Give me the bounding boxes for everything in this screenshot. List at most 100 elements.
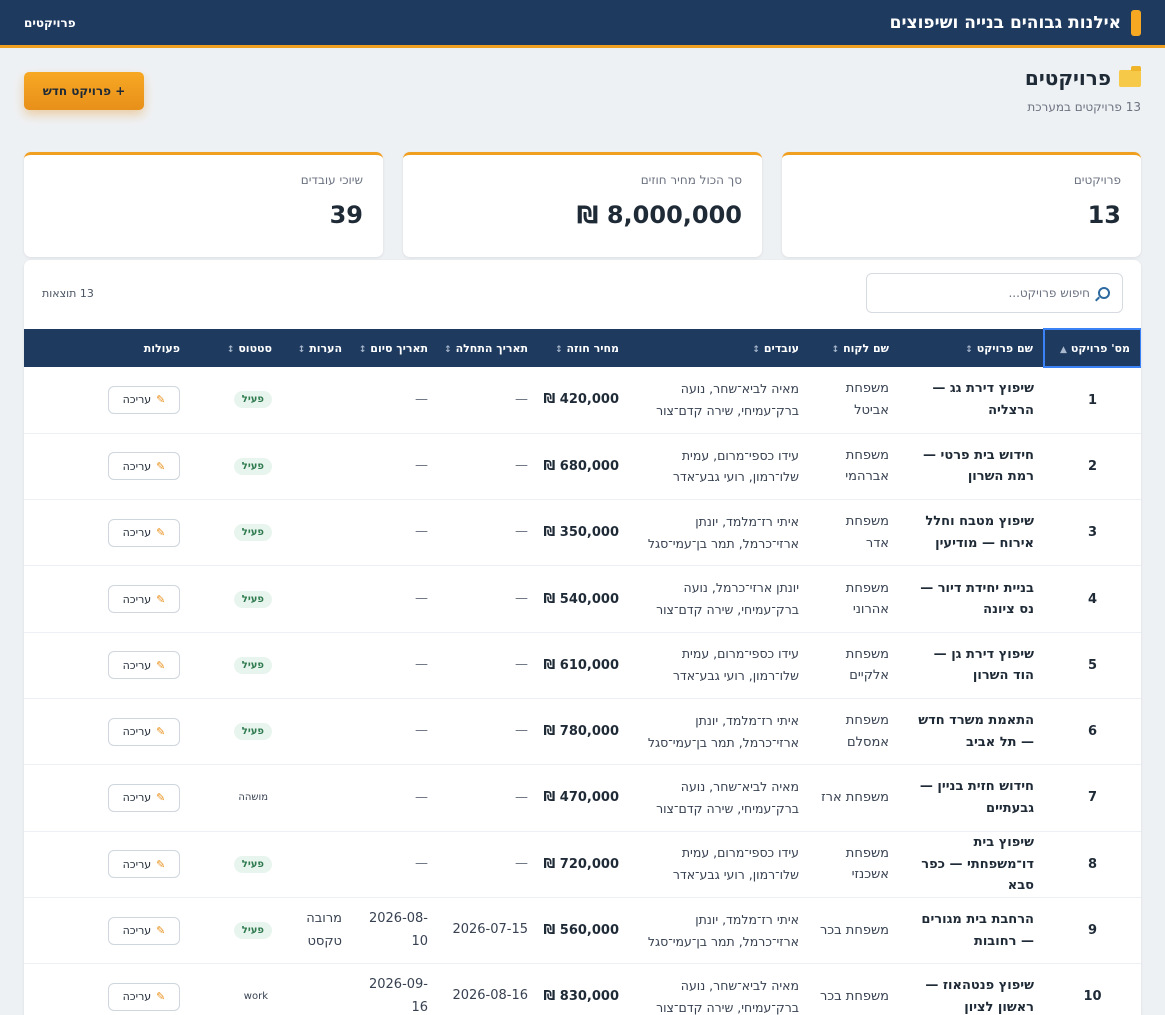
cell-end-date: — bbox=[352, 764, 438, 832]
column-header-project-name[interactable]: שם פרויקט↕ bbox=[899, 329, 1044, 367]
cell-client-name: משפחת אביטל bbox=[809, 367, 899, 434]
cell-actions: ✎ עריכה bbox=[24, 897, 190, 965]
cell-client-name: משפחת ארז bbox=[809, 764, 899, 832]
edit-button[interactable]: ✎ עריכה bbox=[108, 651, 180, 680]
search-input[interactable] bbox=[890, 286, 1090, 300]
cell-workers: עידו כספי־מרום, עמית שלו־רמון, רועי גבע־… bbox=[629, 433, 809, 501]
pencil-icon: ✎ bbox=[156, 924, 166, 938]
status-badge: פעיל bbox=[233, 590, 272, 608]
table-row[interactable]: 3 שיפוץ מטבח וחלל אירוח — מודיעין משפחת אד… bbox=[24, 499, 1141, 567]
cell-project-name: שיפוץ בית דו־משפחתי — כפר סבא bbox=[899, 831, 1044, 898]
stat-card-contract-total: סך הכול מחיר חוזים 8,000,000 ₪ bbox=[403, 152, 762, 257]
cell-project-name: שיפוץ מטבח וחלל אירוח — מודיעין bbox=[899, 499, 1044, 567]
table-row[interactable]: 7 חידוש חזית בניין — גבעתיים משפחת ארז מאיה… bbox=[24, 764, 1141, 832]
stat-label: פרויקטים bbox=[1073, 173, 1121, 187]
stat-value: 39 bbox=[329, 201, 363, 229]
cell-project-name: חידוש בית פרטי — רמת השרון bbox=[899, 433, 1044, 501]
column-header-notes[interactable]: הערות↕ bbox=[282, 329, 352, 367]
table-row[interactable]: 2 חידוש בית פרטי — רמת השרון משפחת אברהמי ע… bbox=[24, 433, 1141, 501]
cell-start-date: 2026-08-16 bbox=[438, 963, 538, 1015]
cell-contract-price: 780,000 ₪ bbox=[538, 698, 629, 766]
column-header-start-date[interactable]: תאריך התחלה↕ bbox=[438, 329, 538, 367]
stat-value: 13 bbox=[1087, 201, 1121, 229]
search-box[interactable] bbox=[866, 273, 1123, 313]
page-header: פרויקטים 13 פרויקטים במערכת + פרויקט חדש bbox=[24, 62, 1141, 122]
cell-end-date: — bbox=[352, 698, 438, 766]
cell-notes bbox=[282, 831, 352, 898]
brand[interactable]: אילנות גבוהים בנייה ושיפוצים bbox=[889, 9, 1141, 36]
edit-button[interactable]: ✎ עריכה bbox=[108, 916, 180, 945]
table-row[interactable]: 6 התאמת משרד חדש — תל אביב משפחת אמסלם איתי… bbox=[24, 698, 1141, 766]
edit-label: עריכה bbox=[122, 459, 152, 473]
cell-client-name: משפחת אהרוני bbox=[809, 565, 899, 633]
edit-button[interactable]: ✎ עריכה bbox=[108, 518, 180, 547]
column-header-project-number[interactable]: מס' פרויקט▲ bbox=[1043, 328, 1141, 368]
pencil-icon: ✎ bbox=[156, 725, 166, 739]
cell-start-date: — bbox=[438, 764, 538, 832]
cell-contract-price: 830,000 ₪ bbox=[538, 963, 629, 1015]
status-badge: פעיל bbox=[233, 524, 272, 542]
edit-button[interactable]: ✎ עריכה bbox=[108, 585, 180, 614]
cell-project-name: חידוש חזית בניין — גבעתיים bbox=[899, 764, 1044, 832]
table-row[interactable]: 5 שיפוץ דירת גן — הוד השרון משפחת אלקיים עי… bbox=[24, 632, 1141, 699]
status-badge: פעיל bbox=[233, 656, 272, 674]
edit-button[interactable]: ✎ עריכה bbox=[108, 717, 180, 746]
table-row[interactable]: 10 שיפוץ פנטהאוז — ראשון לציון משפחת בכר מא… bbox=[24, 963, 1141, 1015]
cell-project-name: הרחבת בית מגורים — רחובות bbox=[899, 897, 1044, 965]
edit-label: עריכה bbox=[122, 990, 152, 1004]
status-badge: פעיל bbox=[233, 855, 272, 873]
cell-end-date: 2026-08-10 bbox=[352, 897, 438, 965]
table-row[interactable]: 9 הרחבת בית מגורים — רחובות משפחת בכר איתי … bbox=[24, 897, 1141, 965]
cell-notes: מרובה טקסט bbox=[282, 897, 352, 965]
cell-workers: עידו כספי־מרום, עמית שלו־רמון, רועי גבע־… bbox=[629, 831, 809, 898]
cell-contract-price: 470,000 ₪ bbox=[538, 764, 629, 832]
cell-notes bbox=[282, 698, 352, 766]
pencil-icon: ✎ bbox=[156, 857, 166, 871]
table-row[interactable]: 4 בניית יחידת דיור — נס ציונה משפחת אהרוני… bbox=[24, 565, 1141, 633]
cell-workers: יונתן ארזי־כרמל, נועה ברק־עמיחי, שירה קד… bbox=[629, 565, 809, 633]
cell-status: פעיל bbox=[190, 897, 282, 965]
sort-icon: ↕ bbox=[965, 344, 973, 355]
table-row[interactable]: 8 שיפוץ בית דו־משפחתי — כפר סבא משפחת אשכנ… bbox=[24, 831, 1141, 898]
edit-label: עריכה bbox=[122, 393, 152, 407]
edit-button[interactable]: ✎ עריכה bbox=[108, 452, 180, 481]
cell-end-date: — bbox=[352, 565, 438, 633]
table-row[interactable]: 1 שיפוץ דירת גג — הרצליה משפחת אביטל מאיה ל… bbox=[24, 367, 1141, 434]
pencil-icon: ✎ bbox=[156, 393, 166, 407]
cell-status: פעיל bbox=[190, 367, 282, 434]
column-header-workers[interactable]: עובדים↕ bbox=[629, 329, 809, 367]
column-header-contract-price[interactable]: מחיר חוזה↕ bbox=[538, 329, 629, 367]
cell-project-name: התאמת משרד חדש — תל אביב bbox=[899, 698, 1044, 766]
edit-label: עריכה bbox=[122, 592, 152, 606]
sort-icon: ↕ bbox=[358, 344, 367, 355]
page-subtitle: 13 פרויקטים במערכת bbox=[1027, 100, 1141, 114]
edit-button[interactable]: ✎ עריכה bbox=[108, 385, 180, 414]
cell-actions: ✎ עריכה bbox=[24, 433, 190, 501]
cell-start-date: — bbox=[438, 831, 538, 898]
cell-client-name: משפחת אדר bbox=[809, 499, 899, 567]
pencil-icon: ✎ bbox=[156, 592, 166, 606]
new-project-button[interactable]: + פרויקט חדש bbox=[24, 72, 144, 110]
cell-contract-price: 420,000 ₪ bbox=[538, 367, 629, 434]
cell-start-date: — bbox=[438, 698, 538, 766]
edit-label: עריכה bbox=[122, 526, 152, 540]
nav-link-projects[interactable]: פרויקטים bbox=[24, 16, 76, 30]
column-header-status[interactable]: סטטוס↕ bbox=[190, 329, 282, 367]
edit-button[interactable]: ✎ עריכה bbox=[108, 982, 180, 1011]
edit-button[interactable]: ✎ עריכה bbox=[108, 783, 180, 812]
column-header-end-date[interactable]: תאריך סיום↕ bbox=[352, 329, 438, 367]
cell-project-number: 3 bbox=[1044, 499, 1141, 567]
cell-client-name: משפחת אמסלם bbox=[809, 698, 899, 766]
cell-project-number: 5 bbox=[1044, 632, 1141, 699]
cell-project-number: 1 bbox=[1044, 367, 1141, 434]
cell-notes bbox=[282, 433, 352, 501]
edit-button[interactable]: ✎ עריכה bbox=[108, 850, 180, 879]
cell-contract-price: 680,000 ₪ bbox=[538, 433, 629, 501]
stat-card-projects: פרויקטים 13 bbox=[782, 152, 1141, 257]
projects-table: מס' פרויקט▲ שם פרויקט↕ שם לקוח↕ עובדים↕ … bbox=[24, 328, 1141, 1015]
cell-workers: מאיה לביא־שחר, נועה ברק־עמיחי, שירה קדם־… bbox=[629, 963, 809, 1015]
column-header-client-name[interactable]: שם לקוח↕ bbox=[809, 329, 899, 367]
brand-title: אילנות גבוהים בנייה ושיפוצים bbox=[889, 12, 1121, 33]
cell-project-name: שיפוץ דירת גג — הרצליה bbox=[899, 367, 1044, 434]
column-header-actions: פעולות bbox=[24, 329, 190, 367]
